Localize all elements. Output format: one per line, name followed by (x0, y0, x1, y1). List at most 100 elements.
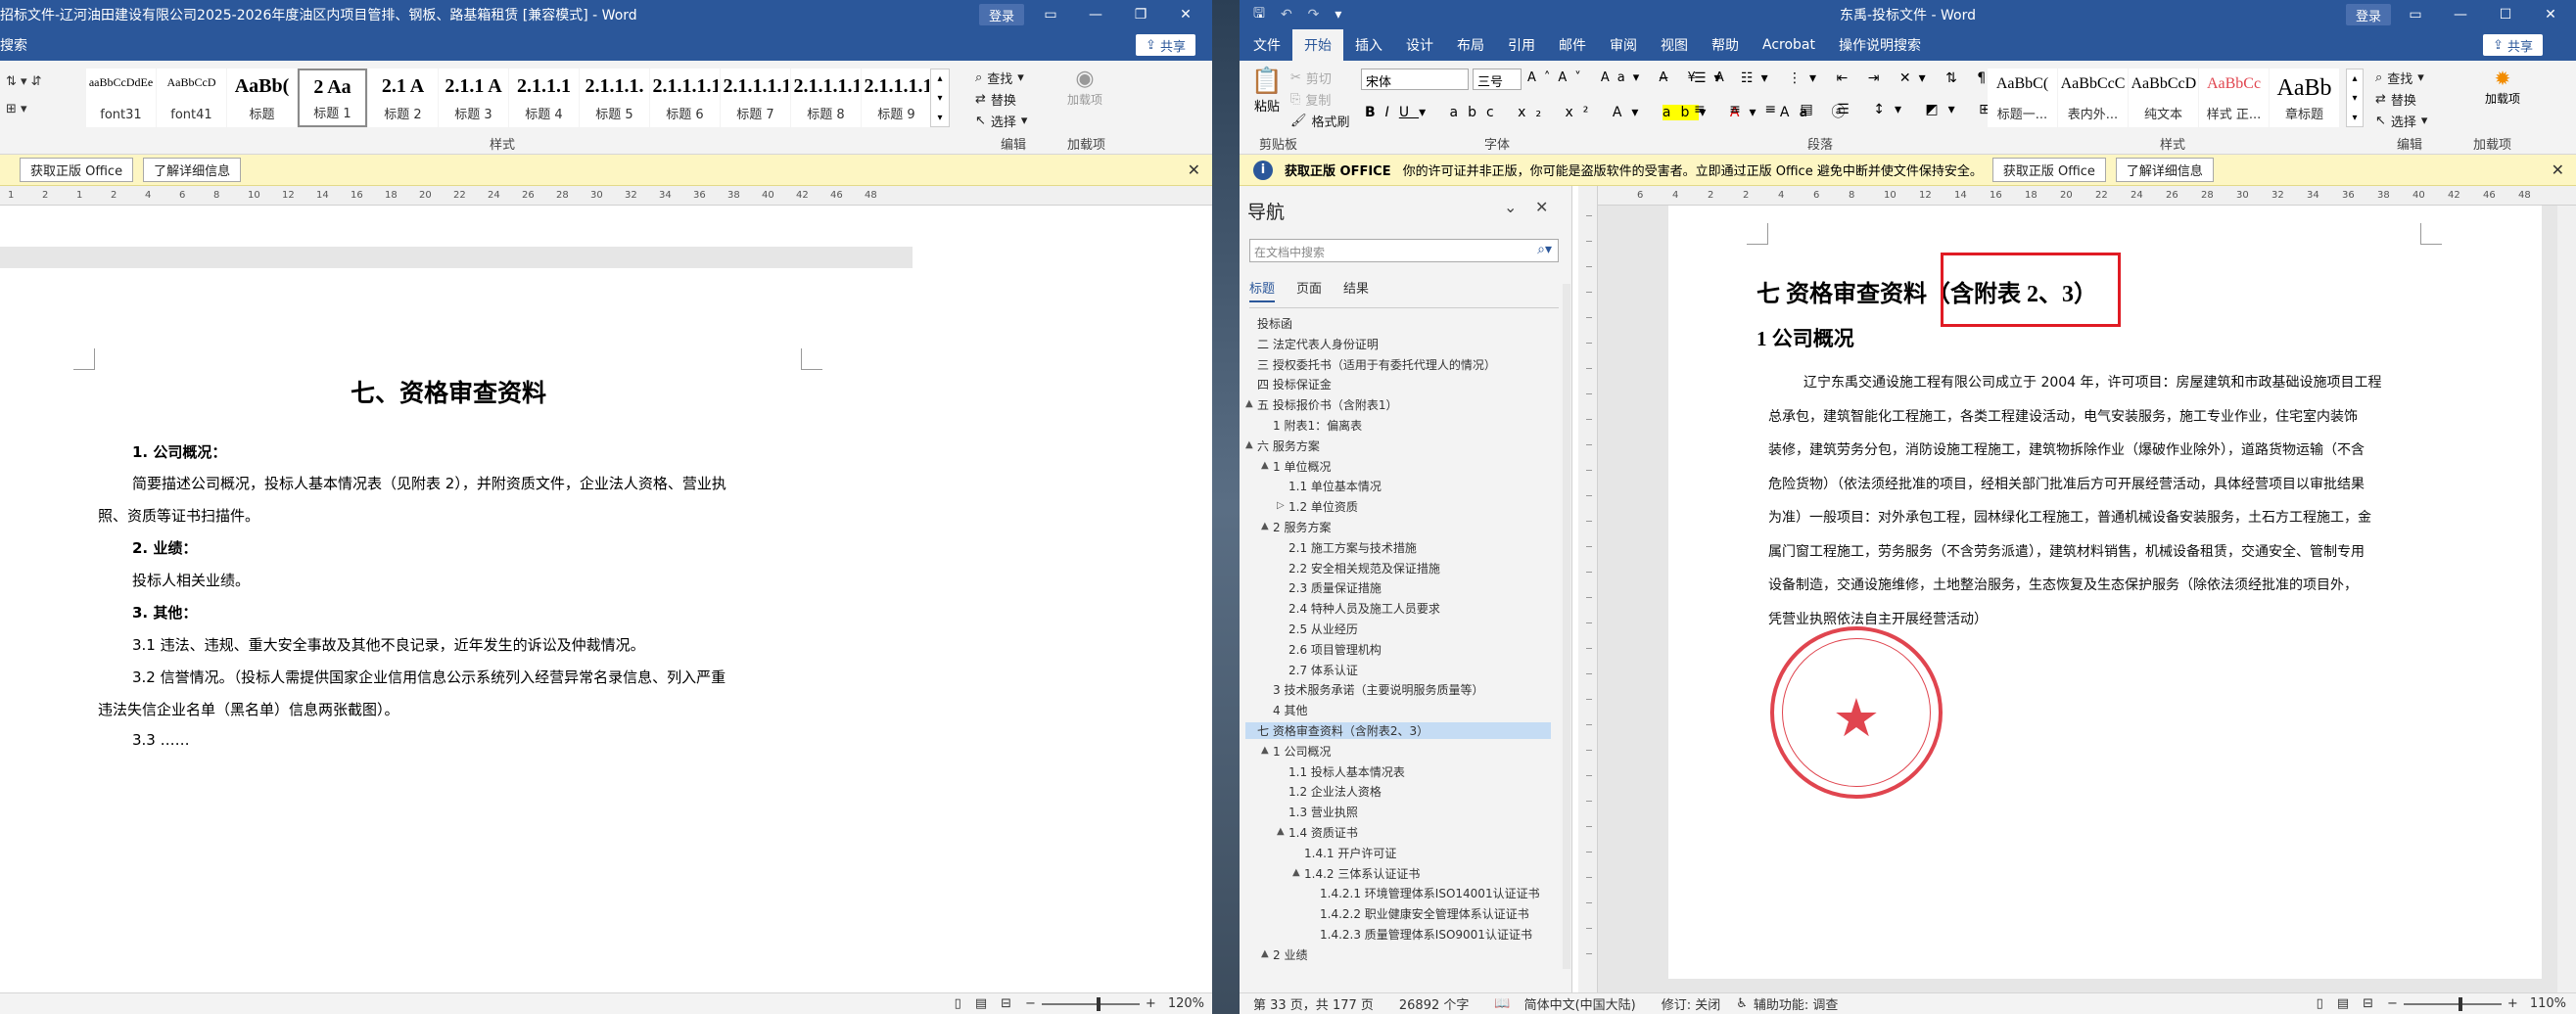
zoom-in-icon[interactable]: + (2507, 996, 2518, 1011)
zoom-out-icon[interactable]: − (2387, 996, 2398, 1011)
nav-item[interactable]: 2.6 项目管理机构 (1288, 641, 1382, 658)
nav-item[interactable]: 1.4.2.3 质量管理体系ISO9001认证证书 (1320, 926, 1532, 943)
left-style-2[interactable]: AaBb(标题 (227, 69, 297, 127)
undo-icon[interactable]: ↶ (1281, 7, 1292, 23)
left-login-button[interactable]: 登录 (979, 4, 1025, 25)
search-icon[interactable]: ⌕▾ (1537, 242, 1552, 257)
right-vertical-scrollbar[interactable] (2557, 206, 2576, 992)
tab-9[interactable]: 帮助 (1700, 29, 1751, 61)
redo-icon[interactable]: ↷ (1308, 7, 1320, 23)
expand-caret-icon[interactable]: ▲ (1292, 867, 1300, 878)
left-replace-button[interactable]: ⇄ 替换 (975, 88, 1027, 110)
zoom-slider[interactable] (2403, 996, 2502, 1011)
nav-item[interactable]: 三 授权委托书（适用于有委托代理人的情况） (1257, 356, 1496, 373)
nav-item[interactable]: 1.4.2.1 环境管理体系ISO14001认证证书 (1320, 885, 1540, 901)
right-minimize-icon[interactable]: — (2438, 0, 2483, 29)
nav-item[interactable]: 2.1 施工方案与技术措施 (1288, 539, 1417, 556)
left-document-page[interactable]: 七、资格审查资料 1. 公司概况： 简要描述公司概况，投标人基本情况表（见附表 … (0, 268, 913, 992)
expand-caret-icon[interactable]: ▲ (1261, 948, 1269, 959)
tab-0[interactable]: 文件 (1240, 29, 1292, 61)
nav-search-input[interactable]: 在文档中搜索 ⌕▾ (1249, 239, 1559, 262)
proofing-icon[interactable]: 📖 (1494, 996, 1510, 1011)
left-style-7[interactable]: 2.1.1.1. 标题 5 (580, 69, 649, 127)
tab-11[interactable]: 操作说明搜索 (1827, 29, 1933, 61)
nav-tab-1[interactable]: 页面 (1296, 278, 1322, 297)
zoom-slider[interactable] (1041, 996, 1140, 1011)
left-style-10[interactable]: 2.1.1.1.1 标题 8 (791, 69, 861, 127)
customize-qat-icon[interactable]: ▾ (1335, 7, 1341, 23)
nav-item[interactable]: 2.2 安全相关规范及保证措施 (1288, 560, 1440, 576)
page-count[interactable]: 第 33 页，共 177 页 (1253, 994, 1374, 1013)
right-style-2[interactable]: AaBbCcDdI 纯文本 (2129, 69, 2198, 127)
right-select-button[interactable]: ↖ 选择 ▾ (2375, 110, 2427, 131)
left-style-gallery-scroll[interactable]: ▴ ▾ ▾ (930, 69, 950, 127)
nav-item[interactable]: 1.2 企业法人资格 (1288, 783, 1382, 800)
nav-item[interactable]: 2.4 特种人员及施工人员要求 (1288, 600, 1440, 617)
nav-item[interactable]: 1.4 资质证书 (1288, 824, 1358, 841)
nav-item[interactable]: 二 法定代表人身份证明 (1257, 336, 1379, 352)
nav-item[interactable]: 3 技术服务承诺（主要说明服务质量等） (1273, 681, 1483, 698)
nav-scrollbar[interactable] (1563, 284, 1570, 969)
nav-item[interactable]: 1.2 单位资质 (1288, 498, 1358, 515)
nav-item[interactable]: 七 资格审查资料（含附表2、3） (1245, 722, 1551, 739)
left-learn-more-button[interactable]: 了解详细信息 (143, 158, 242, 182)
right-zoom-level[interactable]: 110% (2530, 996, 2566, 1011)
nav-item[interactable]: 1 单位概况 (1273, 458, 1331, 475)
tab-8[interactable]: 视图 (1649, 29, 1700, 61)
zoom-out-icon[interactable]: − (1025, 996, 1036, 1011)
right-document-page[interactable]: 七 资格审查资料（含附表 2、3） 1 公司概况 辽宁东禹交通设施工程有限公司成… (1668, 206, 2542, 979)
left-style-1[interactable]: AaBbCcD font41 (157, 69, 226, 127)
right-get-genuine-button[interactable]: 获取正版 Office (1991, 158, 2106, 182)
right-close-icon[interactable]: ✕ (2528, 0, 2573, 29)
nav-item[interactable]: 1.1 单位基本情况 (1288, 478, 1382, 494)
expand-caret-icon[interactable]: ▷ (1277, 500, 1285, 511)
word-count[interactable]: 26892 个字 (1399, 994, 1470, 1013)
nav-item[interactable]: 1.4.2 三体系认证证书 (1304, 865, 1420, 882)
right-addins-button[interactable]: ✹ 加载项 (2483, 67, 2522, 107)
font-name-select[interactable]: 宋体 (1361, 69, 1469, 90)
right-learn-more-button[interactable]: 了解详细信息 (2115, 158, 2214, 182)
nav-close-icon[interactable]: ✕ (1535, 198, 1548, 216)
right-login-button[interactable]: 登录 (2346, 4, 2392, 25)
left-style-11[interactable]: 2.1.1.1.1. 标题 9 (862, 69, 931, 127)
list-buttons[interactable]: ☰▾ ☷▾ ⋮▾ ⇤ ⇥ ✕▾ ⇅ ¶ (1694, 70, 1993, 86)
nav-item[interactable]: 五 投标报价书（含附表1） (1257, 396, 1397, 413)
expand-caret-icon[interactable]: ▲ (1261, 521, 1269, 531)
nav-item[interactable]: 2.7 体系认证 (1288, 662, 1358, 678)
right-message-close-icon[interactable]: ✕ (2552, 161, 2564, 179)
left-sort-icons[interactable]: ⇅ ▾ ⇵ ⊞ ▾ (6, 69, 42, 123)
right-style-1[interactable]: AaBbCcC 表内外... (2058, 69, 2128, 127)
tab-7[interactable]: 审阅 (1598, 29, 1649, 61)
nav-item[interactable]: 1.1 投标人基本情况表 (1288, 763, 1405, 780)
expand-caret-icon[interactable]: ▲ (1277, 826, 1285, 837)
tab-5[interactable]: 引用 (1496, 29, 1547, 61)
right-style-0[interactable]: AaBbC(标题一... (1988, 69, 2057, 127)
nav-item[interactable]: 2.3 质量保证措施 (1288, 579, 1382, 596)
right-ribbon-display-icon[interactable]: ▭ (2393, 0, 2438, 29)
right-style-4[interactable]: AaBb 章标题 (2270, 69, 2339, 127)
nav-item[interactable]: 四 投标保证金 (1257, 376, 1332, 392)
tab-10[interactable]: Acrobat (1751, 29, 1827, 61)
left-addins-button[interactable]: ◉ 加载项 (1067, 67, 1102, 108)
left-style-5[interactable]: 2.1.1 A 标题 3 (439, 69, 508, 127)
expand-caret-icon[interactable]: ▲ (1261, 460, 1269, 471)
paste-button[interactable]: 📋 粘贴 (1247, 67, 1287, 115)
read-mode-icon[interactable]: ▯ (955, 996, 961, 1011)
left-get-genuine-button[interactable]: 获取正版 Office (20, 158, 134, 182)
expand-caret-icon[interactable]: ▲ (1245, 439, 1253, 450)
align-buttons[interactable]: ≡ ≡ ≡ ▤ ☰ ↕▾ ◩▾ ⊞▾ (1694, 102, 2017, 117)
nav-item[interactable]: 2 业绩 (1273, 946, 1307, 963)
nav-item[interactable]: 1.4.1 开户许可证 (1304, 845, 1396, 861)
left-zoom-level[interactable]: 120% (1168, 996, 1204, 1011)
zoom-thumb[interactable] (1096, 996, 1101, 1011)
left-select-button[interactable]: ↖ 选择 ▾ (975, 110, 1027, 131)
tab-3[interactable]: 设计 (1394, 29, 1445, 61)
web-layout-icon[interactable]: ⊟ (1001, 996, 1011, 1011)
left-style-9[interactable]: 2.1.1.1.1. 标题 7 (721, 69, 790, 127)
print-layout-icon[interactable]: ▤ (975, 996, 987, 1011)
print-layout-icon[interactable]: ▤ (2337, 996, 2349, 1011)
zoom-in-icon[interactable]: + (1146, 996, 1156, 1011)
tab-2[interactable]: 插入 (1343, 29, 1394, 61)
left-style-8[interactable]: 2.1.1.1.1 标题 6 (650, 69, 720, 127)
nav-item[interactable]: 投标函 (1257, 315, 1292, 332)
